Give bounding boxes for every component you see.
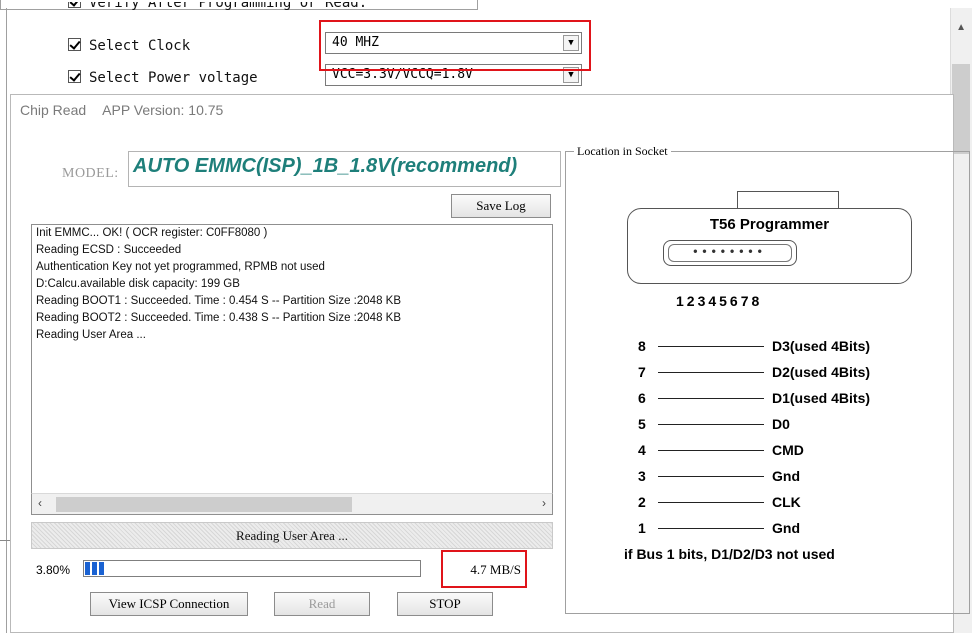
select-power-row[interactable]: Select Power voltage (68, 70, 258, 86)
chip-read-dialog: Chip Read APP Version: 10.75 MODEL: AUTO … (10, 94, 970, 633)
model-value: AUTO EMMC(ISP)_1B_1.8V(recommend) (133, 155, 518, 177)
location-in-socket-group: Location in Socket T56 Programmer ••••••… (565, 144, 970, 614)
pin-number: 5 (638, 416, 646, 432)
pin-number: 2 (638, 494, 646, 510)
pin-map-row: 2 CLK (638, 494, 801, 512)
log-line: Authentication Key not yet programmed, R… (36, 261, 325, 273)
pin-signal-label: Gnd (772, 520, 800, 536)
checkbox-checked-icon[interactable] (68, 70, 81, 83)
pin-connector-line (658, 372, 764, 373)
log-horizontal-scrollbar[interactable]: ‹ › (31, 493, 553, 515)
pin-connector-line (658, 424, 764, 425)
log-line: Reading BOOT1 : Succeeded. Time : 0.454 … (36, 295, 401, 307)
progress-bar-fill (85, 562, 104, 575)
select-clock-label: Select Clock (89, 38, 191, 54)
log-line: Reading BOOT2 : Succeeded. Time : 0.438 … (36, 312, 401, 324)
log-line: Reading ECSD : Succeeded (36, 244, 182, 256)
pin-signal-label: D0 (772, 416, 790, 432)
select-clock-row[interactable]: Select Clock (68, 38, 190, 54)
icsp-connector: •••••••• (663, 240, 797, 266)
pin-number: 3 (638, 468, 646, 484)
pin-map-row: 5 D0 (638, 416, 790, 434)
pin-signal-label: D1(used 4Bits) (772, 390, 871, 406)
pin-signal-label: D2(used 4Bits) (772, 364, 871, 380)
pin-signal-label: CMD (772, 442, 804, 458)
pin-number: 4 (638, 442, 646, 458)
window-edge (0, 540, 10, 633)
model-field: AUTO EMMC(ISP)_1B_1.8V(recommend) (128, 151, 561, 187)
log-line: D:Calcu.available disk capacity: 199 GB (36, 278, 240, 290)
pin-number-row: 12345678 (676, 293, 763, 309)
pin-connector-line (658, 528, 764, 529)
progress-percent: 3.80% (36, 563, 71, 577)
pin-signal-label: D3(used 4Bits) (772, 338, 871, 354)
pin-number: 1 (638, 520, 646, 536)
bus-note: if Bus 1 bits, D1/D2/D3 not used (624, 546, 835, 562)
clock-highlight-box (319, 20, 591, 71)
pin-signal-label: CLK (772, 494, 801, 510)
scroll-left-arrow-icon[interactable]: ‹ (38, 496, 42, 510)
scroll-right-arrow-icon[interactable]: › (542, 496, 546, 510)
programmer-name: T56 Programmer (709, 216, 830, 233)
pin-signal-label: Gnd (772, 468, 800, 484)
scroll-up-arrow-icon[interactable]: ▲ (956, 22, 966, 33)
connector-pins: •••••••• (693, 244, 767, 258)
pin-connector-line (658, 476, 764, 477)
read-button[interactable]: Read (274, 592, 370, 616)
read-speed: 4.7 MB/S (470, 562, 521, 577)
pin-map-row: 3 Gnd (638, 468, 800, 486)
log-line: Init EMMC... OK! ( OCR register: C0FF808… (36, 227, 268, 239)
pin-map-row: 1 Gnd (638, 520, 800, 538)
pin-map-row: 4 CMD (638, 442, 804, 460)
speed-highlight-box: 4.7 MB/S (441, 550, 527, 588)
status-bar: Reading User Area ... (31, 522, 553, 549)
save-log-button[interactable]: Save Log (451, 194, 551, 218)
checkbox-checked-icon[interactable] (68, 38, 81, 51)
pin-number: 7 (638, 364, 646, 380)
stop-button[interactable]: STOP (397, 592, 493, 616)
pin-map-row: 8 D3(used 4Bits) (638, 338, 870, 356)
pin-number: 6 (638, 390, 646, 406)
scrollbar-thumb[interactable] (952, 64, 970, 154)
app-version: APP Version: 10.75 (102, 102, 224, 118)
pin-number: 8 (638, 338, 646, 354)
progress-bar (83, 560, 421, 577)
pin-map-row: 7 D2(used 4Bits) (638, 364, 870, 382)
pin-connector-line (658, 450, 764, 451)
view-icsp-connection-button[interactable]: View ICSP Connection (90, 592, 248, 616)
log-output: Init EMMC... OK! ( OCR register: C0FF808… (31, 224, 553, 515)
scrollbar-thumb[interactable] (56, 497, 352, 512)
pin-connector-line (658, 502, 764, 503)
programmer-diagram: T56 Programmer •••••••• (627, 208, 912, 284)
dialog-title: Chip Read (20, 102, 87, 118)
pin-map-row: 6 D1(used 4Bits) (638, 390, 870, 408)
pin-connector-line (658, 398, 764, 399)
socket-group-legend: Location in Socket (574, 144, 671, 159)
model-label: MODEL: (62, 166, 119, 181)
log-line: Reading User Area ... (36, 329, 146, 341)
pin-connector-line (658, 346, 764, 347)
dialog-title-bar: Chip Read APP Version: 10.75 (20, 102, 223, 118)
select-power-label: Select Power voltage (89, 70, 258, 86)
